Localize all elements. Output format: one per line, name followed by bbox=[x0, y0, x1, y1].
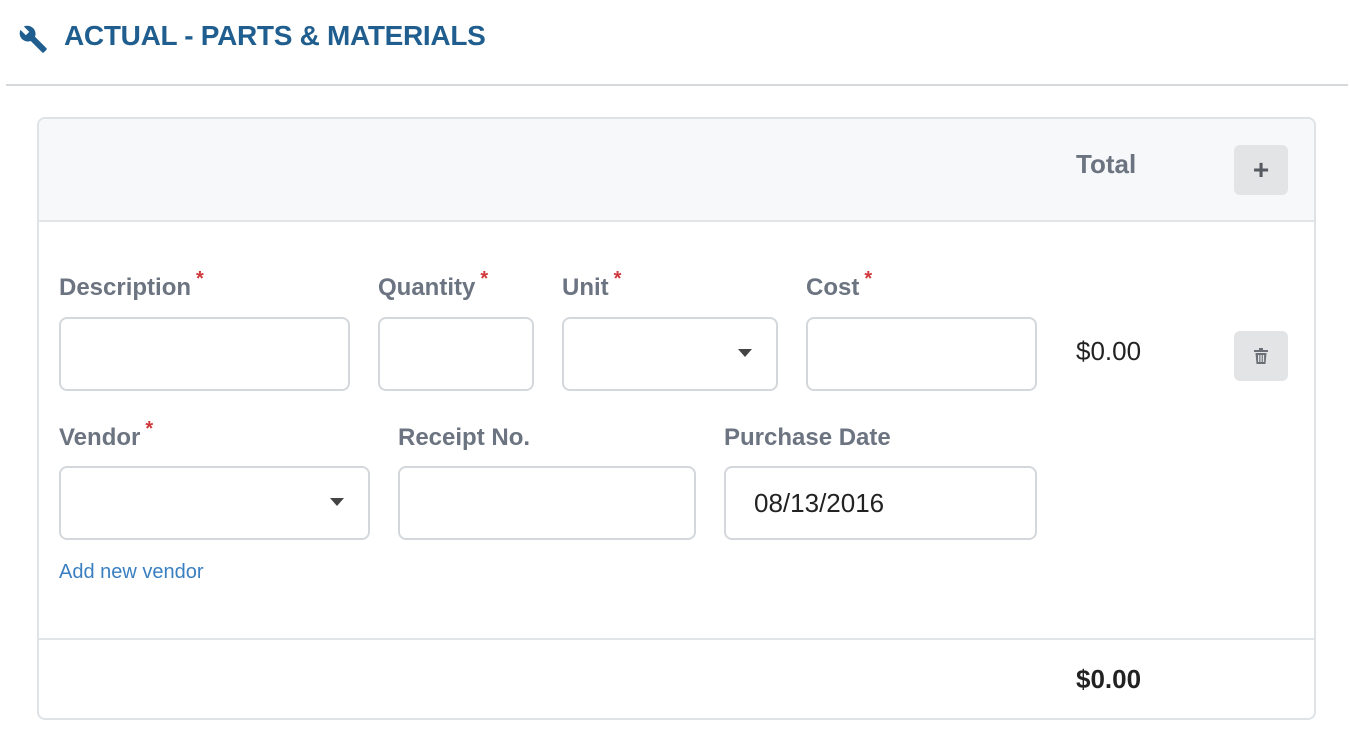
required-marker: * bbox=[613, 268, 622, 290]
required-marker: * bbox=[145, 418, 154, 440]
chevron-down-icon bbox=[330, 498, 344, 506]
required-marker: * bbox=[196, 268, 204, 290]
delete-row-button[interactable] bbox=[1234, 331, 1288, 381]
unit-label: Unit * bbox=[562, 268, 622, 301]
add-row-button[interactable]: + bbox=[1234, 145, 1288, 195]
unit-select[interactable] bbox=[562, 317, 778, 391]
wrench-icon bbox=[19, 25, 47, 53]
receipt-input[interactable] bbox=[398, 466, 696, 540]
required-marker: * bbox=[480, 268, 489, 290]
chevron-down-icon bbox=[738, 349, 752, 357]
quantity-input[interactable] bbox=[378, 317, 534, 391]
description-input[interactable] bbox=[59, 317, 350, 391]
row-total: $0.00 bbox=[1076, 336, 1142, 366]
panel-header: Total + bbox=[39, 119, 1314, 222]
purchase-date-label: Purchase Date bbox=[724, 424, 891, 451]
required-marker: * bbox=[864, 268, 873, 290]
vendor-label: Vendor * bbox=[59, 418, 154, 451]
vendor-select[interactable] bbox=[59, 466, 370, 540]
trash-icon bbox=[1254, 348, 1268, 364]
description-label: Description * bbox=[59, 268, 204, 301]
purchase-date-input[interactable]: 08/13/2016 bbox=[724, 466, 1037, 540]
section-header: ACTUAL - PARTS & MATERIALS bbox=[0, 0, 1350, 86]
cost-input[interactable] bbox=[806, 317, 1037, 391]
add-vendor-link[interactable]: Add new vendor bbox=[59, 561, 204, 584]
header-divider bbox=[6, 84, 1348, 86]
plus-icon: + bbox=[1252, 154, 1270, 185]
total-column-header: Total bbox=[1076, 149, 1137, 179]
cost-label: Cost * bbox=[806, 268, 873, 301]
panel-footer: $0.00 bbox=[39, 638, 1314, 718]
quantity-label: Quantity * bbox=[378, 268, 489, 301]
parts-materials-panel: Total + Description * Quantity * Unit * Cos… bbox=[37, 117, 1316, 720]
grand-total: $0.00 bbox=[1076, 664, 1142, 694]
receipt-label: Receipt No. bbox=[398, 424, 531, 451]
section-title: ACTUAL - PARTS & MATERIALS bbox=[64, 20, 486, 51]
